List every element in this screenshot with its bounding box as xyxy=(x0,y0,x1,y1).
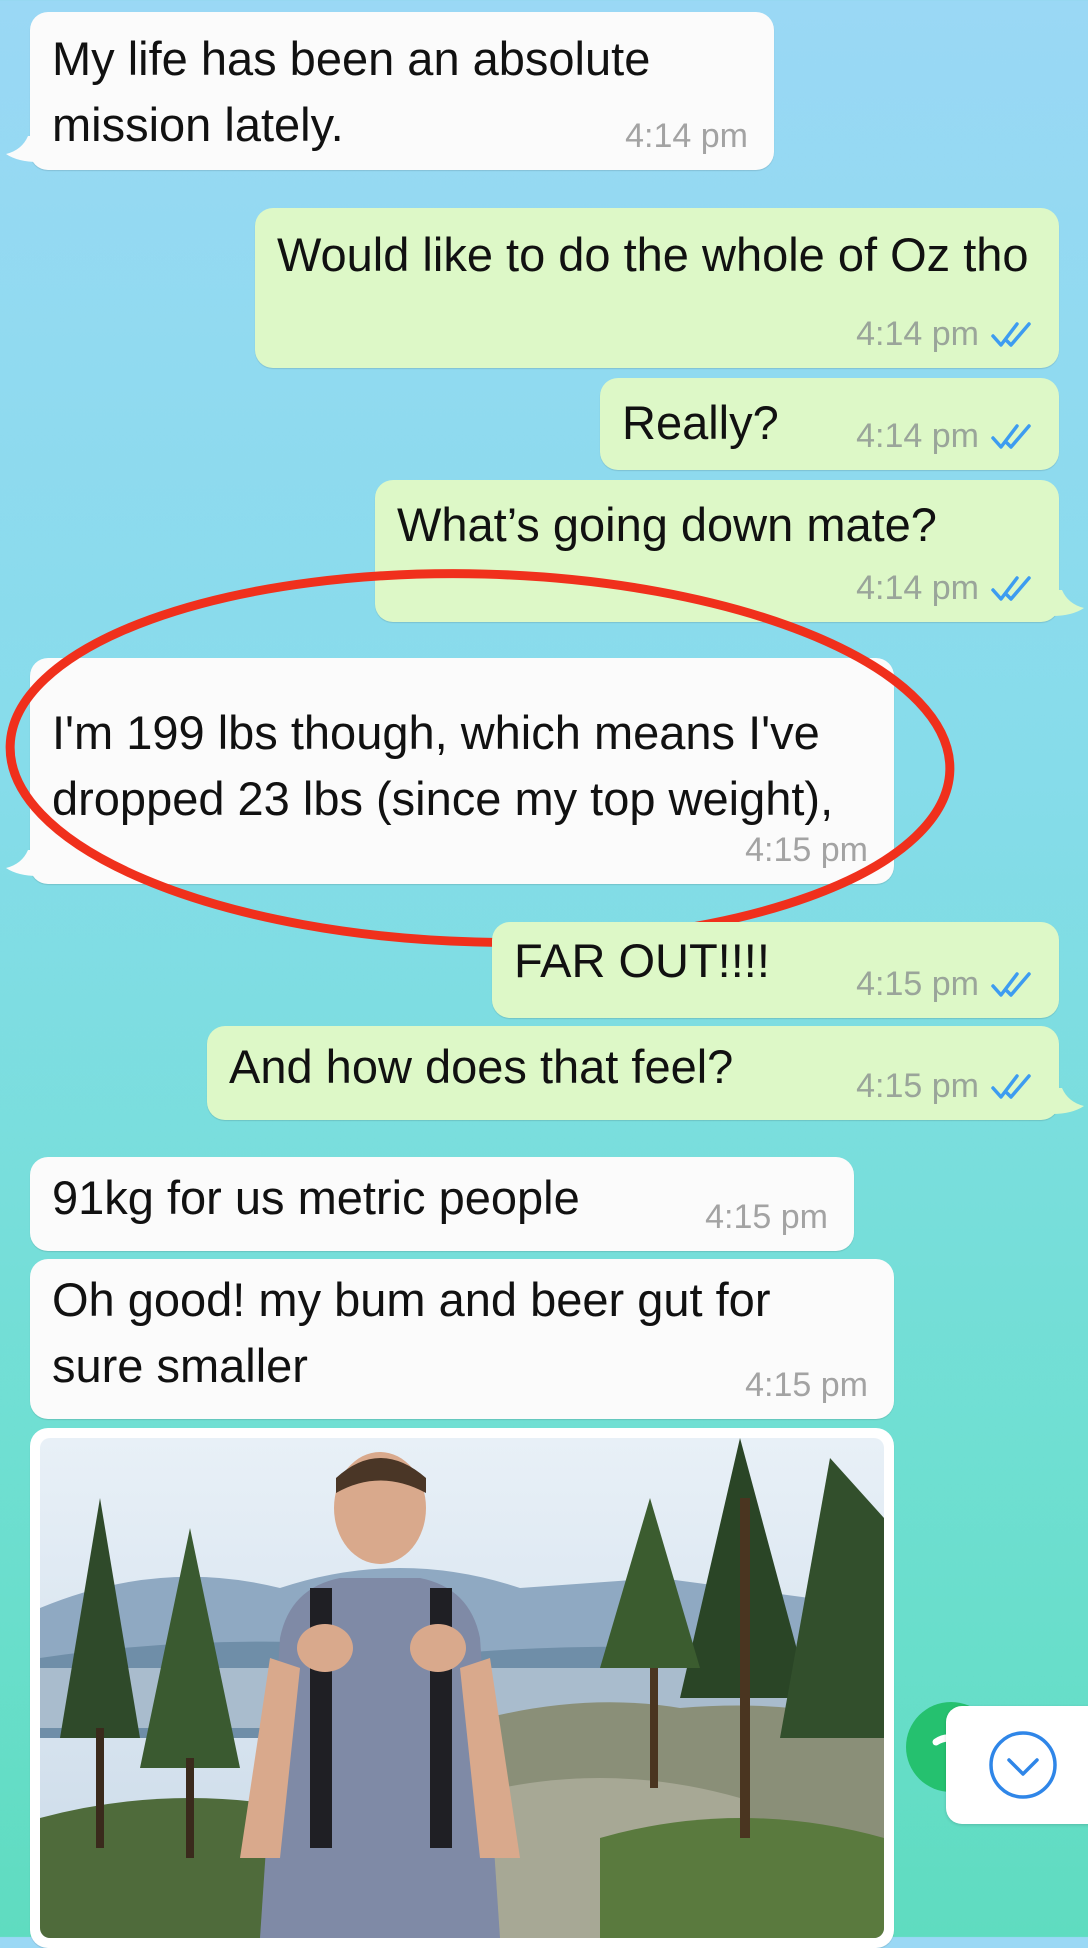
message-time: 4:14 pm xyxy=(856,417,979,455)
message-bubble-outgoing[interactable]: And how does that feel? 4:15 pm xyxy=(207,1026,1059,1120)
double-check-icon xyxy=(991,1074,1031,1099)
message-bubble-outgoing[interactable]: Really? 4:14 pm xyxy=(600,378,1059,470)
bubble-tail xyxy=(6,136,38,162)
highlight-circle xyxy=(5,569,955,947)
message-text: Would like to do the whole of Oz tho xyxy=(277,228,1029,281)
message-time: 4:15 pm xyxy=(705,1198,828,1236)
message-time: 4:14 pm xyxy=(856,315,979,353)
message-bubble-incoming[interactable]: My life has been an absolute mission lat… xyxy=(30,12,774,170)
double-check-icon xyxy=(991,424,1031,449)
double-check-icon xyxy=(991,972,1031,997)
message-bubble-incoming[interactable]: Oh good! my bum and beer gut for sure sm… xyxy=(30,1259,894,1419)
photo-message[interactable] xyxy=(30,1428,894,1948)
message-bubble-incoming[interactable]: 91kg for us metric people 4:15 pm xyxy=(30,1157,854,1251)
message-time: 4:15 pm xyxy=(745,1366,868,1404)
bubble-tail xyxy=(1052,1088,1084,1114)
double-check-icon xyxy=(991,322,1031,347)
message-bubble-outgoing[interactable]: Would like to do the whole of Oz tho 4:1… xyxy=(255,208,1059,368)
photo-image xyxy=(40,1438,884,1938)
message-text: What’s going down mate? xyxy=(397,498,937,551)
message-time: 4:15 pm xyxy=(856,965,979,1003)
photo-illustration xyxy=(40,1438,884,1938)
message-time: 4:15 pm xyxy=(856,1067,979,1105)
message-time: 4:14 pm xyxy=(625,117,748,155)
message-bubble-outgoing[interactable]: FAR OUT!!!! 4:15 pm xyxy=(492,922,1059,1018)
scroll-to-bottom-button[interactable] xyxy=(946,1706,1088,1824)
bubble-tail xyxy=(1052,590,1084,616)
chevron-down-circle-icon xyxy=(989,1731,1057,1799)
